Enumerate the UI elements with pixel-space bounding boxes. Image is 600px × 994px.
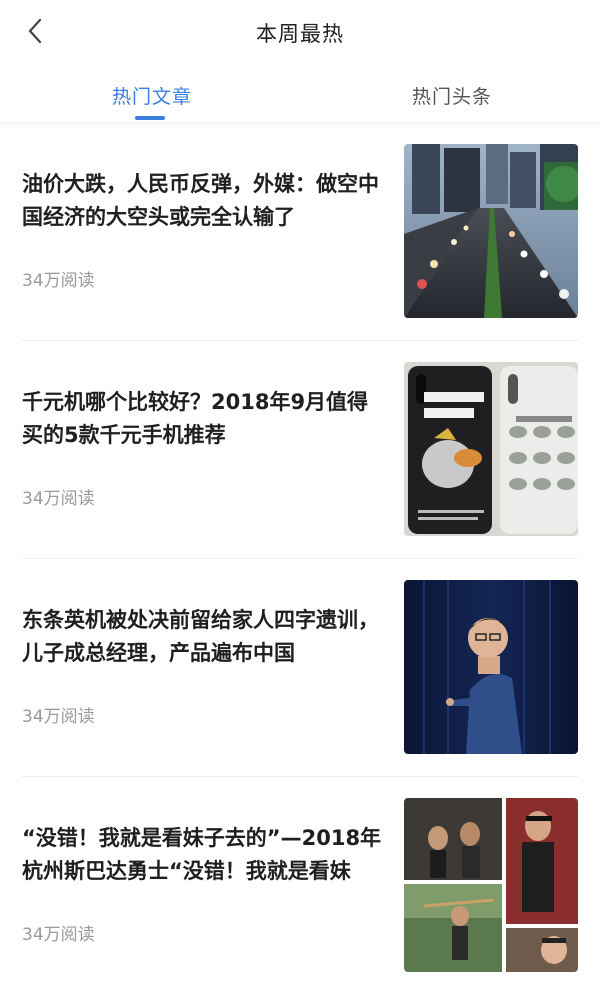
article-title[interactable]: “没错！我就是看妹子去的”—2018年杭州斯巴达勇士“没错！我就是看妹 xyxy=(22,822,384,888)
article-thumbnail[interactable] xyxy=(404,144,578,318)
article-thumbnail[interactable] xyxy=(404,798,578,972)
city-traffic-image xyxy=(404,144,578,318)
read-count: 34万阅读 xyxy=(22,271,95,291)
article-thumbnail[interactable] xyxy=(404,580,578,754)
speaker-on-stage-image xyxy=(404,580,578,754)
spartan-race-collage-image xyxy=(404,798,578,972)
article-title[interactable]: 油价大跌，人民币反弹，外媒：做空中国经济的大空头或完全认输了 xyxy=(22,168,384,234)
read-count: 34万阅读 xyxy=(22,925,95,945)
article-title[interactable]: 东条英机被处决前留给家人四字遗训，儿子成总经理，产品遍布中国 xyxy=(22,604,384,670)
article-item[interactable]: 油价大跌，人民币反弹，外媒：做空中国经济的大空头或完全认输了 34万阅读 xyxy=(0,122,600,340)
tab-hot-articles[interactable]: 热门文章 xyxy=(112,82,192,109)
article-item[interactable]: 千元机哪个比较好？2018年9月值得买的5款千元手机推荐 34万阅读 xyxy=(0,340,600,558)
article-item[interactable]: “没错！我就是看妹子去的”—2018年杭州斯巴达勇士“没错！我就是看妹 34万阅… xyxy=(0,776,600,994)
phone-cases-image xyxy=(404,362,578,536)
active-tab-indicator xyxy=(135,116,165,120)
top-bar: 本周最热 热门文章 热门头条 xyxy=(0,0,600,122)
read-count: 34万阅读 xyxy=(22,707,95,727)
page-title: 本周最热 xyxy=(256,22,344,46)
tab-hot-headlines[interactable]: 热门头条 xyxy=(412,82,492,109)
article-title[interactable]: 千元机哪个比较好？2018年9月值得买的5款千元手机推荐 xyxy=(22,386,384,452)
article-thumbnail[interactable] xyxy=(404,362,578,536)
article-item[interactable]: 东条英机被处决前留给家人四字遗训，儿子成总经理，产品遍布中国 34万阅读 xyxy=(0,558,600,776)
read-count: 34万阅读 xyxy=(22,489,95,509)
